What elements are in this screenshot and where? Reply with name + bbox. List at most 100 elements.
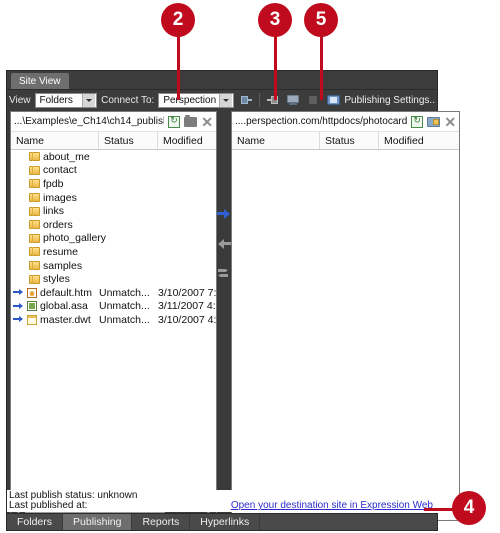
delete-icon[interactable]: ✕ (201, 115, 213, 129)
folder-icon[interactable] (184, 114, 198, 127)
folder-icon (29, 206, 40, 216)
connect-to-label: Connect To: (101, 94, 155, 106)
stop-button[interactable] (305, 92, 321, 108)
view-toolbar: View Folders Connect To: Perspection Pub… (7, 90, 437, 110)
refresh-icon-remote[interactable] (411, 115, 424, 128)
tab-reports-label: Reports (142, 516, 180, 528)
publish-arrow-icon (13, 302, 24, 311)
callout-2-number: 2 (172, 9, 184, 30)
folder-icon (29, 220, 40, 230)
connect-button[interactable] (238, 92, 254, 108)
delete-icon-remote[interactable]: ✕ (444, 115, 456, 129)
cell-name: resume (11, 246, 99, 258)
folder-icon (29, 233, 40, 243)
file-name: contact (43, 164, 77, 177)
table-row[interactable]: contact (11, 164, 216, 178)
folder-icon (29, 261, 40, 271)
table-row[interactable]: resume (11, 245, 216, 259)
callout-3-number: 3 (269, 9, 281, 30)
synchronize-arrows[interactable] (217, 268, 231, 280)
cell-name: fpdb (11, 178, 99, 190)
transfer-button-column (217, 111, 231, 521)
tab-hyperlinks[interactable]: Hyperlinks (190, 514, 261, 530)
callout-3: 3 (258, 3, 292, 37)
html-file-icon (27, 287, 37, 298)
cell-status: Unmatch... (99, 313, 150, 326)
remote-header-status[interactable]: Status (320, 132, 379, 149)
table-row[interactable]: global.asa Unmatch... 3/11/2007 4:19 (11, 300, 216, 314)
local-file-list[interactable]: about_me contact fpdb images links orders phot… (11, 150, 216, 506)
publishing-settings-label: Publishing Settings.. (344, 94, 435, 106)
local-header-name[interactable]: Name (11, 132, 99, 149)
file-name: samples (43, 259, 83, 272)
refresh-icon[interactable] (168, 115, 181, 128)
site-view-window: Site View View Folders Connect To: Persp… (6, 70, 461, 525)
connect-to-dropdown[interactable]: Perspection (158, 92, 235, 108)
publish-arrow-icon (13, 315, 24, 324)
cell-name: links (11, 205, 99, 217)
publish-right-arrow[interactable] (217, 208, 231, 220)
tab-folders[interactable]: Folders (7, 514, 64, 530)
view-label: View (9, 94, 31, 106)
tab-publishing[interactable]: Publishing (63, 514, 133, 530)
table-row[interactable]: orders (11, 218, 216, 232)
view-dropdown-value: Folders (39, 94, 73, 106)
tab-folders-label: Folders (17, 516, 53, 528)
local-header-modified[interactable]: Modified (158, 132, 216, 149)
connect-icon (239, 93, 254, 107)
table-row[interactable]: about_me (11, 150, 216, 164)
tab-publishing-label: Publishing (73, 516, 122, 528)
view-dropdown[interactable]: Folders (34, 92, 98, 108)
local-header-status[interactable]: Status (99, 132, 158, 149)
remote-file-list[interactable] (232, 150, 460, 520)
tab-reports[interactable]: Reports (132, 514, 191, 530)
table-row[interactable]: fpdb (11, 177, 216, 191)
callout-5-leader (320, 34, 323, 100)
new-folder-icon[interactable] (427, 116, 441, 127)
local-path-row: ...\Examples\e_Ch14\ch14_publish_start ✕ (11, 112, 216, 132)
stop-icon (306, 93, 321, 107)
cell-name: about_me (11, 151, 99, 163)
cell-status: Unmatch... (99, 300, 150, 313)
file-name: default.htm (40, 286, 92, 299)
publishing-settings-button[interactable]: Publishing Settings.. (327, 94, 435, 107)
file-name: images (43, 191, 77, 204)
remote-column-headers: Name Status Modified (232, 132, 460, 150)
chevron-down-icon-2[interactable] (219, 93, 233, 107)
asa-file-icon (27, 301, 37, 312)
table-row[interactable]: styles (11, 272, 216, 286)
table-row[interactable]: images (11, 191, 216, 205)
cell-name: samples (11, 260, 99, 272)
table-row[interactable]: photo_gallery (11, 232, 216, 246)
table-row[interactable]: default.htm Unmatch... 3/10/2007 7:22 (11, 286, 216, 300)
tab-site-view-label: Site View (19, 76, 61, 87)
callout-4: 4 (452, 491, 486, 525)
publishing-settings-icon (327, 94, 341, 107)
chevron-down-icon[interactable] (82, 93, 96, 107)
folder-icon (29, 179, 40, 189)
local-path-text: ...\Examples\e_Ch14\ch14_publish_start (14, 116, 164, 127)
folder-icon (29, 152, 40, 162)
cell-name: contact (11, 164, 99, 176)
local-column-headers: Name Status Modified (11, 132, 216, 150)
cell-name: global.asa (11, 300, 99, 312)
table-row[interactable]: master.dwt Unmatch... 3/10/2007 4:24 (11, 313, 216, 327)
publish-button[interactable] (285, 92, 301, 108)
table-row[interactable]: samples (11, 259, 216, 273)
callout-2: 2 (161, 3, 195, 37)
folder-icon (29, 247, 40, 257)
tab-site-view[interactable]: Site View (11, 73, 69, 89)
cell-name: photo_gallery (11, 232, 106, 244)
file-name: styles (43, 273, 70, 286)
remote-header-name[interactable]: Name (232, 132, 320, 149)
publish-left-arrow[interactable] (217, 238, 231, 250)
status-bar: Last publish status: unknown Last publis… (7, 490, 437, 512)
last-published-at: Last published at: (9, 500, 88, 511)
connect-to-value: Perspection (163, 94, 217, 106)
file-name: global.asa (40, 300, 88, 313)
file-name: resume (43, 245, 79, 258)
remote-header-modified[interactable]: Modified (379, 132, 459, 149)
table-row[interactable]: links (11, 204, 216, 218)
open-destination-site-link[interactable]: Open your destination site in Expression… (231, 500, 433, 511)
cell-modified: 3/10/2007 4:24 (158, 313, 216, 326)
